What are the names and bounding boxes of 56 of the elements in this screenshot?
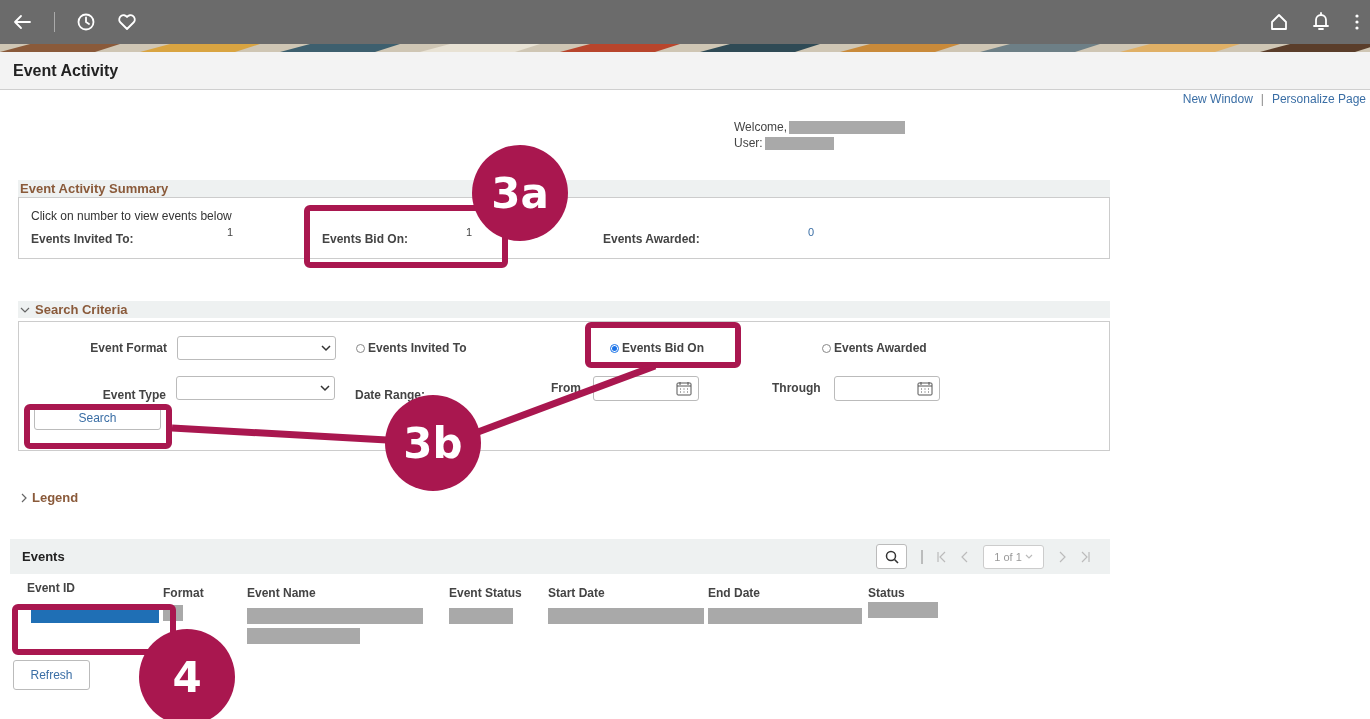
column-header: Start Date	[548, 585, 606, 602]
more-icon[interactable]	[1354, 13, 1360, 31]
link-separator: |	[1260, 92, 1264, 108]
caret-icon	[320, 384, 330, 392]
callout-badge: 3a	[472, 145, 568, 241]
column-header: Event Name	[247, 585, 317, 602]
radio-option[interactable]: Events Awarded	[822, 339, 962, 357]
history-icon[interactable]	[77, 13, 95, 31]
chevron-icon[interactable]	[20, 492, 28, 503]
field-label: From	[551, 381, 582, 395]
header-link[interactable]: New Window	[1182, 92, 1253, 108]
field-label: Event Type	[101, 388, 166, 402]
home-icon[interactable]	[1270, 13, 1288, 31]
column-header: Event ID	[27, 580, 76, 597]
count-label: Events Invited To:	[31, 231, 135, 246]
user-label: User:	[734, 136, 763, 150]
radio-button[interactable]	[822, 343, 831, 353]
dropdown-field[interactable]	[176, 376, 335, 400]
search-button[interactable]	[876, 544, 907, 569]
caret-icon	[1024, 553, 1033, 560]
heart-icon[interactable]	[117, 13, 137, 31]
column-header: Format	[163, 585, 205, 602]
radio-button[interactable]	[356, 343, 365, 353]
column-header: Event Status	[449, 585, 523, 602]
callout-badge: 4	[139, 629, 235, 719]
calendar-icon[interactable]	[676, 380, 692, 396]
hint-text: Click on number to view events below	[31, 209, 233, 223]
dropdown-field[interactable]	[177, 336, 336, 360]
section-title[interactable]: Search Criteria	[35, 302, 128, 317]
grid-title: Events	[22, 549, 65, 564]
page-selector[interactable]: 1 of 1	[983, 544, 1044, 569]
radio-button[interactable]	[610, 343, 619, 353]
section-title[interactable]: Legend	[32, 490, 79, 505]
bell-icon[interactable]	[1312, 12, 1330, 32]
column-header: Status	[868, 585, 906, 602]
caret-icon	[321, 344, 331, 352]
search-icon	[884, 549, 899, 564]
count-value: 1	[466, 226, 474, 238]
divider-icon	[921, 549, 923, 564]
header-link[interactable]: Personalize Page	[1271, 92, 1366, 108]
column-header: End Date	[708, 585, 761, 602]
back-icon[interactable]	[12, 13, 32, 31]
field-label: Through	[772, 381, 822, 395]
radio-option[interactable]: Events Bid On	[610, 339, 822, 357]
count-label: Events Bid On:	[322, 231, 409, 246]
welcome-label: Welcome,	[734, 120, 788, 134]
date-field[interactable]	[834, 375, 940, 401]
field-label: Event Format	[89, 341, 167, 355]
calendar-icon[interactable]	[917, 380, 933, 396]
count-label: Events Awarded:	[603, 231, 701, 246]
count-value: 1	[227, 226, 235, 238]
page-title: Event Activity	[13, 61, 119, 80]
count-link[interactable]: 0	[808, 226, 848, 238]
refresh-button[interactable]: Refresh	[13, 660, 90, 690]
section-title: Event Activity Summary	[20, 181, 169, 196]
radio-option[interactable]: Events Invited To	[356, 339, 610, 357]
